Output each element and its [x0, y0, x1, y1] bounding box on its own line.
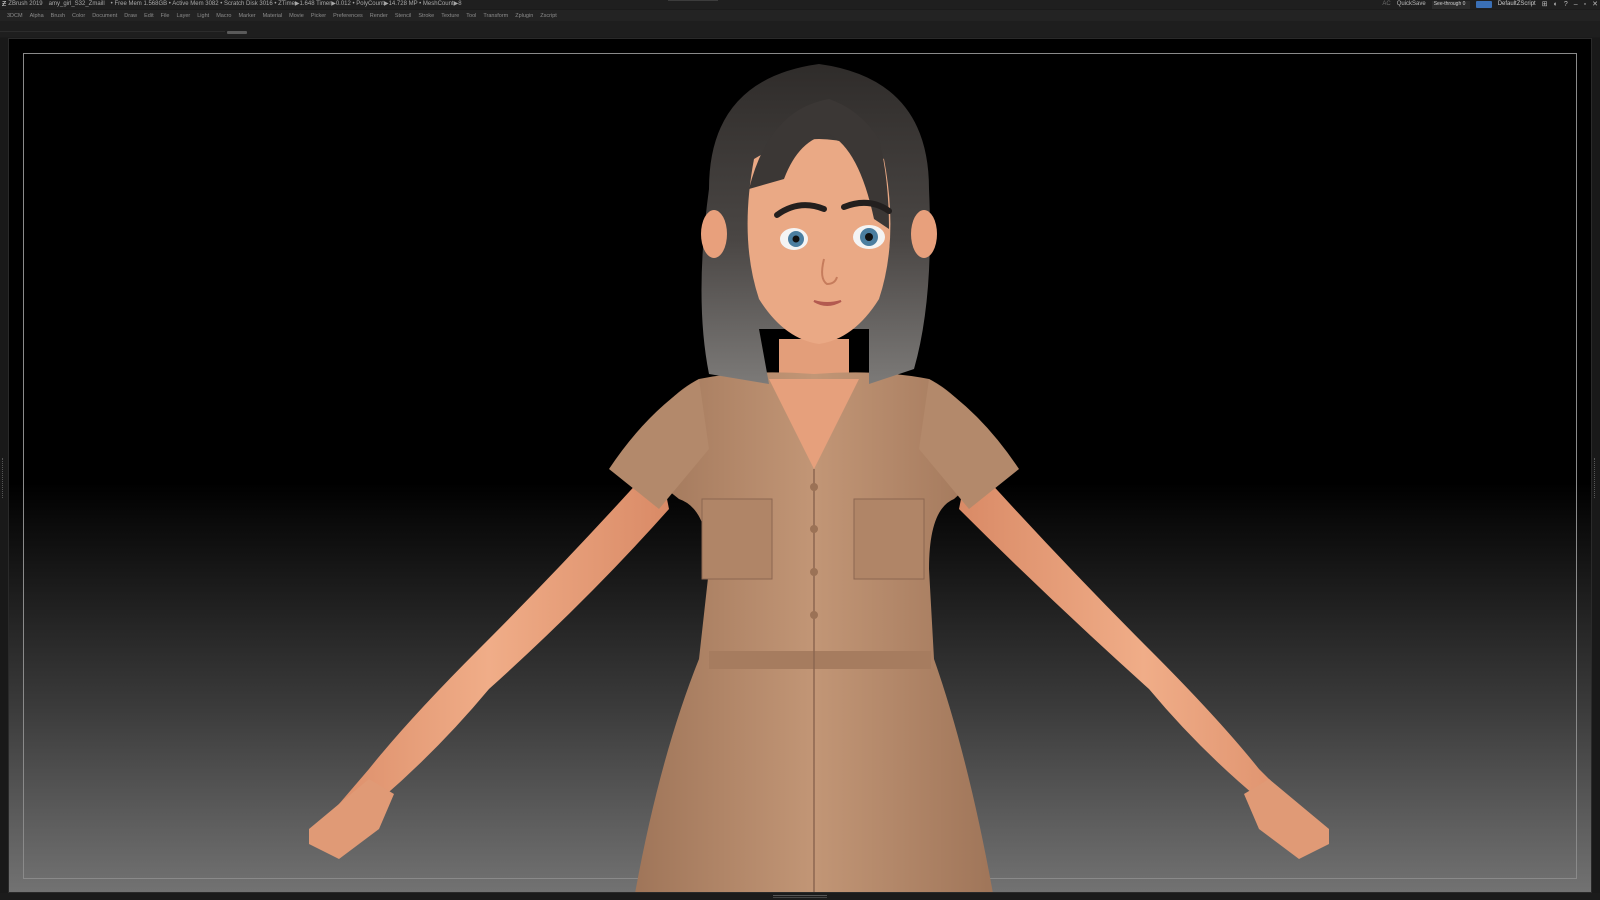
right-tray-handle[interactable]: [1594, 458, 1597, 498]
restore-icon[interactable]: ▫: [1584, 0, 1586, 9]
left-tray-handle[interactable]: [2, 458, 5, 498]
right-pocket: [853, 498, 925, 580]
menu-texture[interactable]: Texture: [441, 13, 459, 19]
top-shelf: [0, 21, 1600, 37]
dress-button: [810, 611, 818, 619]
left-pocket: [701, 498, 773, 580]
left-pupil: [792, 235, 800, 243]
file-name: amy_girl_S32_Zmaill: [48, 1, 105, 7]
menu-stencil[interactable]: Stencil: [395, 13, 412, 19]
menu-draw[interactable]: Draw: [124, 13, 137, 19]
shelf-grip[interactable]: [227, 31, 247, 34]
menu-zplugin[interactable]: Zplugin: [515, 13, 533, 19]
menu-movie[interactable]: Movie: [289, 13, 304, 19]
menu-file[interactable]: File: [161, 13, 170, 19]
minimize-icon[interactable]: –: [1574, 0, 1578, 9]
seethrough-value: 0: [1462, 0, 1466, 7]
dress-button: [810, 483, 818, 491]
ac-indicator[interactable]: AC: [1382, 0, 1390, 9]
menu-brush[interactable]: Brush: [51, 13, 65, 19]
right-pupil: [865, 233, 873, 241]
interface-icon[interactable]: ⊞: [1542, 0, 1548, 9]
default-zscript-button[interactable]: DefaultZScript: [1498, 0, 1536, 9]
right-tray[interactable]: [1592, 38, 1600, 893]
top-drag-handle[interactable]: [668, 0, 718, 1]
dress-button: [810, 525, 818, 533]
left-tray[interactable]: [0, 38, 8, 893]
zbrush-logo-icon: Ƶ: [2, 1, 7, 8]
right-hand: [1244, 779, 1329, 859]
help-icon[interactable]: ?: [1564, 0, 1568, 9]
quicksave-button[interactable]: QuickSave: [1397, 0, 1426, 9]
seethrough-slider[interactable]: See-through 0: [1431, 0, 1470, 9]
menu-alpha[interactable]: Alpha: [30, 13, 44, 19]
menu-tool[interactable]: Tool: [466, 13, 476, 19]
document-canvas[interactable]: [8, 38, 1592, 893]
menu-light[interactable]: Light: [197, 13, 209, 19]
bottom-tray-grip[interactable]: [773, 895, 827, 898]
menu-macro[interactable]: Macro: [216, 13, 231, 19]
shelf-divider: [0, 31, 225, 32]
menu-marker[interactable]: Marker: [238, 13, 255, 19]
menu-material[interactable]: Material: [263, 13, 283, 19]
seethrough-label: See-through: [1433, 0, 1462, 7]
palette-icon[interactable]: ◐: [1554, 0, 1558, 9]
menu-stroke[interactable]: Stroke: [418, 13, 434, 19]
left-ear: [701, 210, 727, 258]
menu-layer[interactable]: Layer: [176, 13, 190, 19]
menu-preferences[interactable]: Preferences: [333, 13, 363, 19]
right-ear: [911, 210, 937, 258]
close-icon[interactable]: ✕: [1592, 0, 1598, 9]
menu-bar: 3DCM Alpha Brush Color Document Draw Edi…: [0, 10, 1600, 21]
memory-stats: • Free Mem 1.568GB • Active Mem 3082 • S…: [110, 1, 462, 7]
bottom-bar: [0, 893, 1600, 900]
menu-render[interactable]: Render: [370, 13, 388, 19]
sculpt-model[interactable]: [9, 39, 1592, 893]
menu-transform[interactable]: Transform: [483, 13, 508, 19]
menu-document[interactable]: Document: [92, 13, 117, 19]
menus-toggle-icon[interactable]: [1475, 1, 1492, 8]
menu-zscript[interactable]: Zscript: [540, 13, 557, 19]
title-bar: Ƶ ZBrush 2019 amy_girl_S32_Zmaill • Free…: [0, 0, 1600, 9]
belt: [709, 651, 931, 669]
menu-3dcm[interactable]: 3DCM: [7, 13, 23, 19]
menu-color[interactable]: Color: [72, 13, 85, 19]
app-title: ZBrush 2019: [8, 1, 43, 7]
dress-button: [810, 568, 818, 576]
menu-edit[interactable]: Edit: [144, 13, 153, 19]
menu-picker[interactable]: Picker: [311, 13, 326, 19]
